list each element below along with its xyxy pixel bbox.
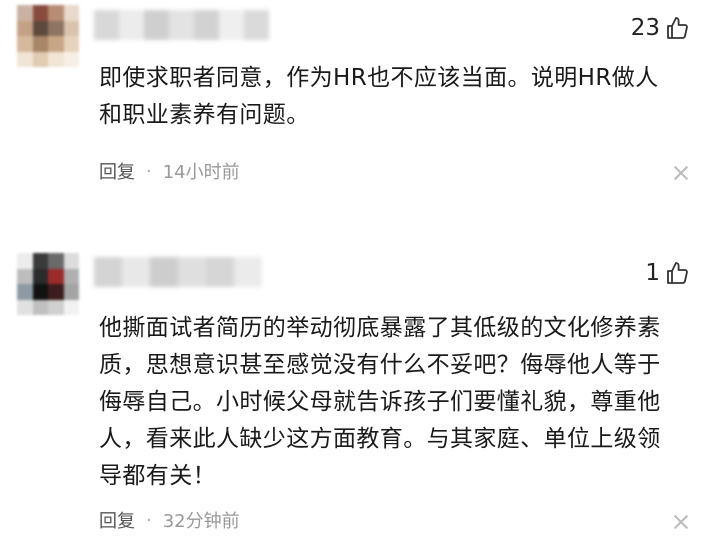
timestamp: 14小时前 <box>162 162 240 183</box>
comment-text-line: 侮辱自己。小时候父母就告诉孩子们要懂礼貌，尊重他 <box>99 389 661 415</box>
comment-text-line: 即使求职者同意，作为HR也不应该当面。说明HR做人 <box>99 65 659 91</box>
comment-text-line: 导都有关！ <box>99 463 216 489</box>
like-button[interactable]: 23 <box>631 15 690 41</box>
avatar[interactable] <box>17 253 79 315</box>
reply-button[interactable]: 回复 <box>99 507 135 533</box>
separator-dot: · <box>146 160 152 182</box>
like-count: 23 <box>630 15 660 41</box>
close-icon[interactable] <box>674 166 688 180</box>
comment-text-line: 他撕面试者简历的举动彻底暴露了其低级的文化修养素 <box>99 315 661 341</box>
comment-item: 23 即使求职者同意，作为HR也不应该当面。说明HR做人 和职业素养有问题。 回… <box>0 0 726 205</box>
avatar[interactable] <box>17 5 79 67</box>
thumbs-up-icon <box>667 262 688 284</box>
like-button[interactable]: 1 <box>645 260 690 286</box>
username-blurred[interactable] <box>94 257 262 287</box>
comment-item: 1 他撕面试者简历的举动彻底暴露了其低级的文化修养素 质，思想意识甚至感觉没有什… <box>0 245 726 550</box>
comment-text: 他撕面试者简历的举动彻底暴露了其低级的文化修养素 质，思想意识甚至感觉没有什么不… <box>99 310 697 495</box>
username-blurred[interactable] <box>94 10 269 40</box>
comment-text: 即使求职者同意，作为HR也不应该当面。说明HR做人 和职业素养有问题。 <box>99 60 699 134</box>
comment-meta: 回复 · 32分钟前 <box>99 507 240 533</box>
timestamp: 32分钟前 <box>162 511 240 532</box>
comment-text-line: 人，看来此人缺少这方面教育。与其家庭、单位上级领 <box>99 426 661 452</box>
thumbs-up-icon <box>667 17 688 39</box>
separator-dot: · <box>146 509 152 531</box>
close-icon[interactable] <box>674 515 688 529</box>
reply-button[interactable]: 回复 <box>99 158 135 184</box>
comment-text-line: 质，思想意识甚至感觉没有什么不妥吧？侮辱他人等于 <box>99 352 661 378</box>
like-count: 1 <box>645 260 660 286</box>
comment-text-line: 和职业素养有问题。 <box>99 102 310 128</box>
comment-meta: 回复 · 14小时前 <box>99 158 240 184</box>
